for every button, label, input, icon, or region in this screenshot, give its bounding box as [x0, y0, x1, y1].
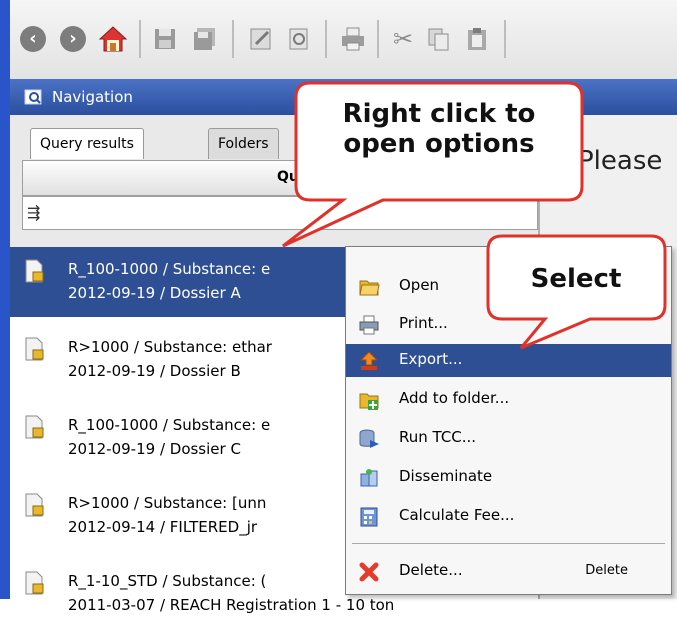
right-click-callout-text: Right click to open options: [342, 99, 536, 159]
select-callout-text: Select: [530, 264, 622, 294]
callout-overlay: [282, 81, 667, 350]
